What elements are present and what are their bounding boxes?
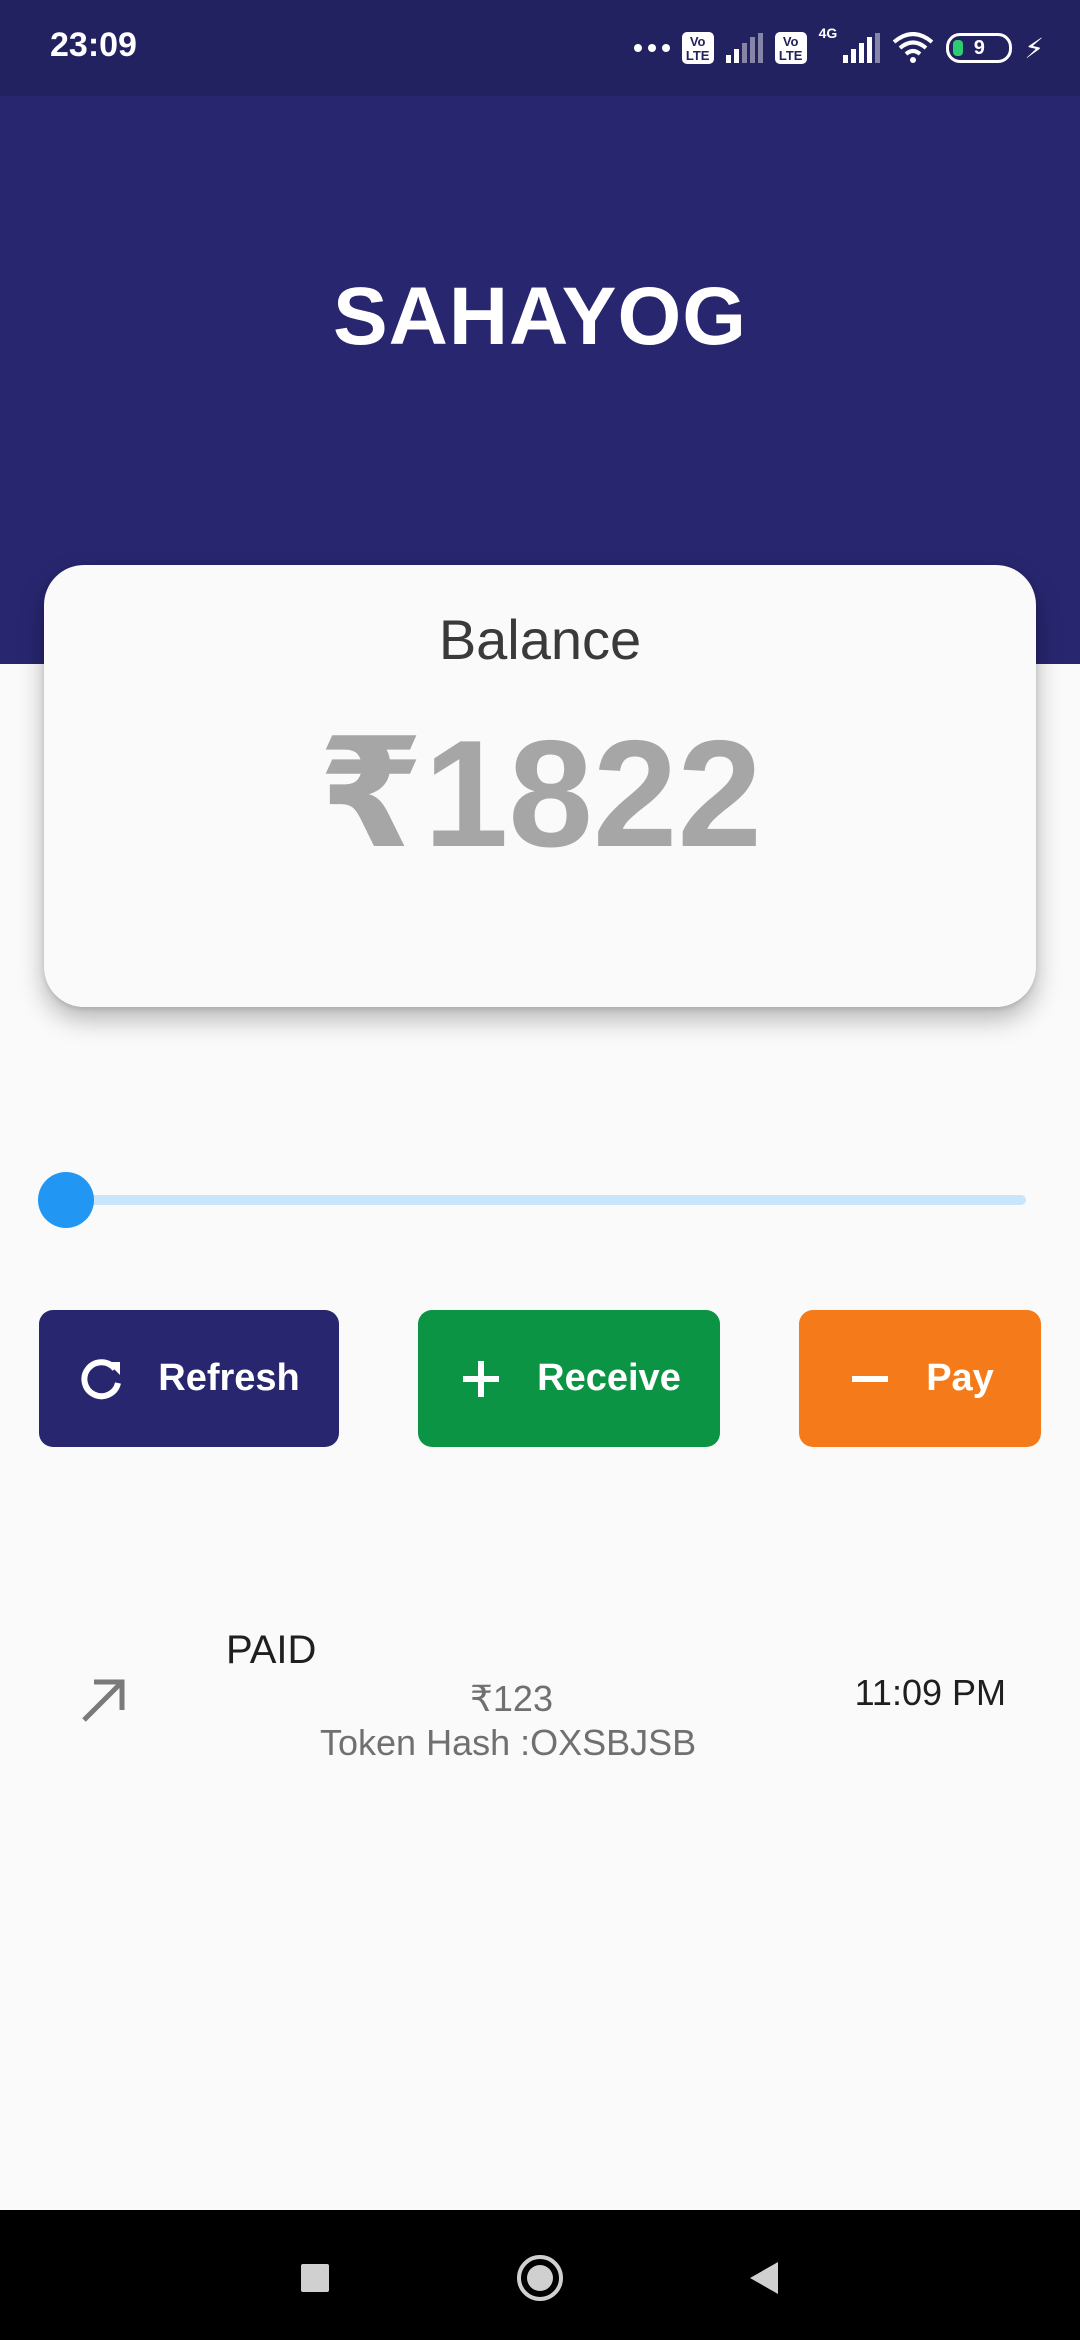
- transaction-hash: Token Hash :OXSBJSB: [320, 1722, 697, 1763]
- network-type: 4G: [818, 25, 838, 41]
- arrow-up-right-icon: [76, 1672, 132, 1728]
- more-dots-icon: [633, 44, 670, 52]
- recents-icon[interactable]: [287, 2250, 343, 2306]
- receive-label: Receive: [537, 1357, 681, 1399]
- transaction-status: PAID: [226, 1628, 317, 1672]
- transaction-time: 11:09 PM: [854, 1672, 1006, 1713]
- transaction-amount: ₹123: [470, 1678, 553, 1719]
- charging-icon: ⚡: [1024, 32, 1044, 64]
- pay-label: Pay: [926, 1357, 994, 1399]
- receive-button[interactable]: Receive: [418, 1310, 720, 1447]
- transaction-item[interactable]: PAID ₹123 Token Hash :OXSBJSB 11:09 PM: [0, 1620, 1080, 1780]
- navigation-bar: [0, 2210, 1080, 2340]
- volte-icon: Vo LTE: [774, 32, 807, 64]
- balance-label: Balance: [438, 608, 642, 671]
- balance-amount: ₹1822: [318, 709, 762, 879]
- pay-button[interactable]: Pay: [799, 1310, 1041, 1447]
- signal-icon: [725, 33, 763, 63]
- battery-level: 9: [973, 36, 985, 59]
- battery-icon: 9: [946, 33, 1013, 63]
- volte-icon: Vo LTE: [681, 32, 714, 64]
- refresh-icon: [78, 1355, 126, 1403]
- slider-track[interactable]: [66, 1195, 1026, 1205]
- plus-icon: [457, 1355, 505, 1403]
- status-bar: 23:09 Vo LTE Vo LTE 4G 9 ⚡: [0, 0, 1080, 96]
- amount-slider[interactable]: [36, 1172, 1026, 1228]
- balance-card: Balance ₹1822: [44, 565, 1036, 1007]
- wifi-icon: [893, 32, 934, 63]
- signal-icon: [843, 33, 881, 63]
- home-icon[interactable]: [512, 2250, 568, 2306]
- status-time: 23:09: [50, 26, 137, 64]
- back-icon[interactable]: [736, 2250, 792, 2306]
- refresh-label: Refresh: [158, 1357, 300, 1399]
- status-icons: Vo LTE Vo LTE 4G 9 ⚡: [633, 25, 1044, 70]
- minus-icon: [846, 1355, 894, 1403]
- slider-thumb[interactable]: [38, 1172, 94, 1228]
- refresh-button[interactable]: Refresh: [39, 1310, 339, 1447]
- app-title: SAHAYOG: [332, 271, 748, 362]
